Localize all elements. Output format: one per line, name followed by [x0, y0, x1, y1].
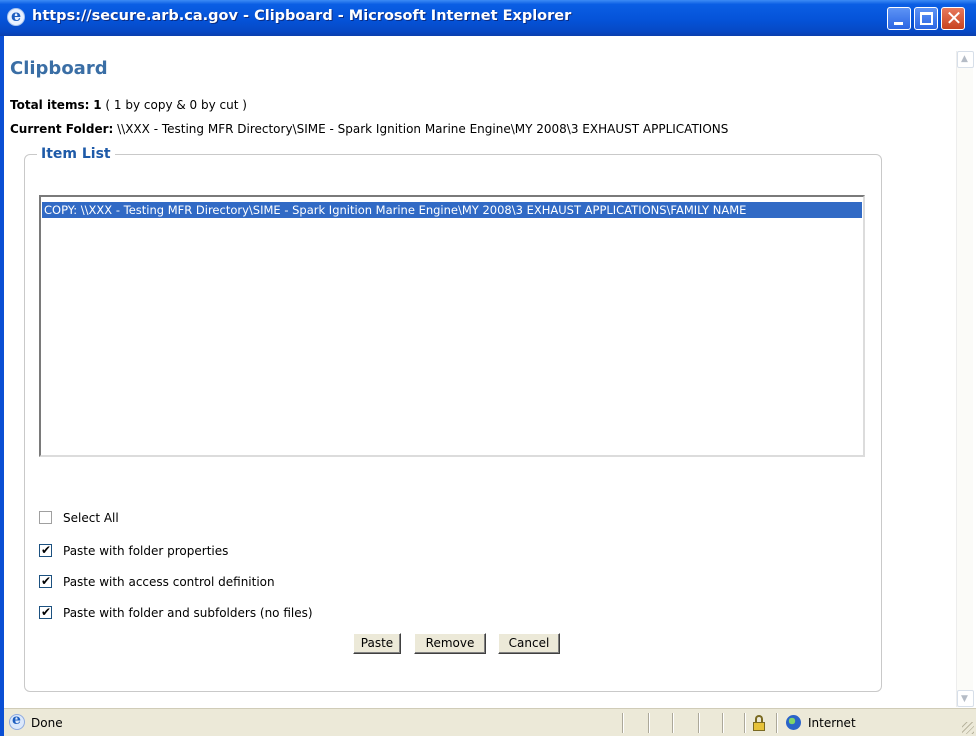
checkmark-icon: ✔	[41, 574, 52, 588]
chevron-up-icon: ▲	[961, 54, 968, 64]
minimize-icon	[894, 22, 903, 25]
item-list-group: Item List COPY: \\XXX - Testing MFR Dire…	[24, 144, 882, 692]
current-folder-line: Current Folder: \\XXX - Testing MFR Dire…	[10, 122, 728, 136]
current-folder-label: Current Folder:	[10, 122, 114, 136]
chevron-down-icon: ▼	[961, 694, 968, 704]
ie-page-icon	[9, 712, 25, 730]
close-icon: ✕	[945, 6, 963, 30]
paste-access-control-checkbox[interactable]: ✔	[39, 574, 52, 588]
total-items-line: Total items: 1 ( 1 by copy & 0 by cut )	[10, 98, 247, 112]
cancel-button[interactable]: Cancel	[498, 633, 560, 654]
total-items-detail: ( 1 by copy & 0 by cut )	[105, 98, 247, 112]
total-items-label: Total items:	[10, 98, 90, 112]
paste-folder-properties-label: Paste with folder properties	[63, 544, 229, 558]
remove-button[interactable]: Remove	[414, 633, 486, 654]
maximize-button[interactable]	[914, 7, 938, 30]
page-content: Clipboard Total items: 1 ( 1 by copy & 0…	[4, 36, 956, 708]
select-all-checkbox[interactable]	[39, 511, 52, 524]
status-divider	[648, 713, 650, 733]
status-bar: Done Internet	[4, 708, 976, 736]
page-title: Clipboard	[10, 58, 108, 79]
paste-button[interactable]: Paste	[353, 633, 401, 654]
window-title-bar[interactable]: https://secure.arb.ca.gov - Clipboard - …	[0, 0, 976, 36]
select-all-label: Select All	[63, 511, 119, 525]
status-text: Done	[31, 716, 63, 730]
security-zone: Internet	[808, 716, 856, 730]
status-divider	[722, 713, 724, 733]
item-listbox[interactable]: COPY: \\XXX - Testing MFR Directory\SIME…	[39, 195, 865, 457]
paste-subfolders-label: Paste with folder and subfolders (no fil…	[63, 606, 313, 620]
lock-icon[interactable]	[752, 715, 766, 731]
paste-subfolders-checkbox[interactable]: ✔	[39, 605, 52, 619]
close-button[interactable]: ✕	[941, 6, 965, 30]
total-items-value: 1	[93, 98, 102, 112]
status-divider	[672, 713, 674, 733]
globe-icon	[786, 715, 801, 730]
paste-access-control-label: Paste with access control definition	[63, 575, 275, 589]
list-item[interactable]: COPY: \\XXX - Testing MFR Directory\SIME…	[42, 202, 862, 218]
paste-folder-properties-checkbox[interactable]: ✔	[39, 543, 52, 557]
maximize-icon	[920, 12, 933, 25]
status-divider	[744, 713, 746, 733]
checkmark-icon: ✔	[41, 605, 52, 619]
vertical-scrollbar[interactable]: ▲ ▼	[956, 51, 974, 707]
status-divider	[698, 713, 700, 733]
status-divider	[776, 713, 778, 733]
checkmark-icon: ✔	[41, 543, 52, 557]
window-title: https://secure.arb.ca.gov - Clipboard - …	[32, 8, 572, 24]
item-list-legend: Item List	[37, 144, 115, 164]
scroll-up-button[interactable]: ▲	[957, 51, 974, 68]
scroll-down-button[interactable]: ▼	[957, 690, 974, 707]
minimize-button[interactable]	[887, 7, 911, 30]
ie-icon[interactable]	[7, 6, 25, 26]
status-divider	[622, 713, 624, 733]
resize-grip[interactable]	[962, 722, 974, 734]
current-folder-path: \\XXX - Testing MFR Directory\SIME - Spa…	[117, 122, 729, 136]
